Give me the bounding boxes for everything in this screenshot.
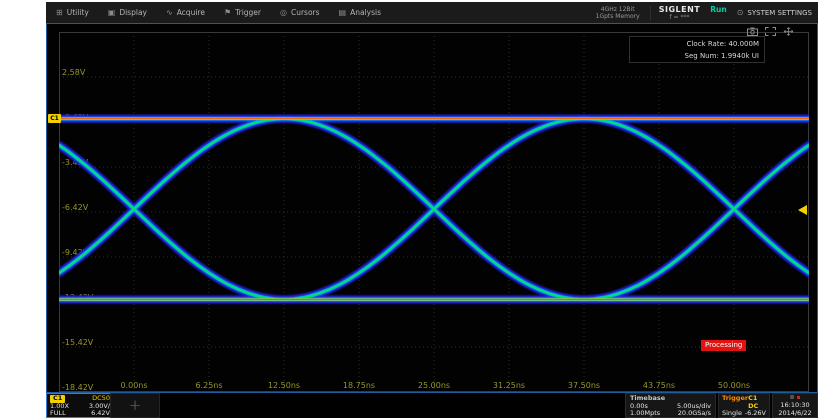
device-info-line1: 4GHz 12Bit (596, 6, 640, 13)
x-axis-label: 18.75ns (343, 381, 375, 390)
fullscreen-icon[interactable] (765, 27, 776, 36)
y-axis-label: 2.58V (62, 68, 86, 77)
analysis-menu-icon: ▤ (339, 8, 347, 17)
crosshair-icon: + (111, 394, 159, 417)
trigger-frequency-readout: f = *** (659, 14, 701, 21)
menu-item-acquire[interactable]: ∿ Acquire (166, 8, 205, 17)
trigger-box[interactable]: Trigger C1 DC Single -6.26V Edge Rising (718, 393, 770, 418)
menu-item-label: Analysis (350, 8, 381, 17)
brand-logo: SIGLENT (659, 5, 701, 14)
menu-item-label: Acquire (177, 8, 205, 17)
trigger-slope: Rising (746, 418, 766, 419)
oscilloscope-ui: ⊞ Utility ▣Display ∿ Acquire ⚑ Trigger ◎ Cursors… (46, 2, 818, 418)
brand-block: SIGLENT f = *** (651, 5, 709, 21)
menu-item-trigger[interactable]: ⚑ Trigger (224, 8, 261, 17)
x-axis-label: 37.50ns (568, 381, 600, 390)
x-axis-label: 43.75ns (643, 381, 675, 390)
channel1-box[interactable]: C1 DC50 1.00X 3.00V/ FULL 6.42V (46, 393, 114, 418)
clock-date: 2014/6/22 (773, 409, 817, 417)
menu-item-display[interactable]: ▣Display (108, 8, 147, 17)
eye-diagram-plot: 2.58V-0.42V-3.42V-6.42V-9.42V-12.42V-15.… (59, 32, 809, 392)
menu-item-label: Cursors (291, 8, 320, 17)
x-axis-label: 6.25ns (195, 381, 222, 390)
trigger-type: Edge (722, 418, 738, 419)
usb-icon: ▪ (796, 394, 800, 401)
x-axis-label: 12.50ns (268, 381, 300, 390)
menu-item-label: Trigger (235, 8, 261, 17)
x-axis-label: 31.25ns (493, 381, 525, 390)
utility-menu-icon: ⊞ (56, 8, 63, 17)
trigger-title: Trigger (722, 395, 748, 410)
timebase-sample-rate: 20.0GSa/s (678, 410, 711, 418)
timebase-box[interactable]: Timebase 0.00s 5.00us/div 1.00Mpts 20.0G… (625, 393, 716, 418)
display-toolbar (747, 27, 794, 36)
screenshot-camera-icon[interactable] (747, 27, 758, 36)
clock-rate-readout: Clock Rate: 40.000M (630, 38, 759, 50)
topbar-right: 4GHz 12Bit 1Gpts Memory SIGLENT f = *** … (596, 2, 818, 23)
clock-time: 16:10:30 (773, 401, 817, 409)
y-axis-label: -6.42V (62, 203, 89, 212)
eye-info-box: Clock Rate: 40.000M Seg Num: 1.9940k UI (629, 36, 765, 63)
x-axis-label: 25.00ns (418, 381, 450, 390)
waveform-display: 2.58V-0.42V-3.42V-6.42V-9.42V-12.42V-15.… (46, 23, 818, 393)
menu-bar: ⊞ Utility ▣Display ∿ Acquire ⚑ Trigger ◎ Cursors… (46, 8, 381, 17)
acquisition-status[interactable]: Run (708, 5, 736, 20)
cursors-menu-icon: ◎ (280, 8, 287, 17)
trigger-level-marker[interactable] (798, 205, 807, 215)
channel1-offset: 6.42V (91, 410, 110, 418)
trigger-menu-icon: ⚑ (224, 8, 231, 17)
x-axis-label: 0.00ns (120, 381, 147, 390)
system-settings-label: SYSTEM SETTINGS (747, 9, 812, 17)
menu-item-cursors[interactable]: ◎ Cursors (280, 8, 320, 17)
x-axis-label: 50.00ns (718, 381, 750, 390)
segment-count-readout: Seg Num: 1.9940k UI (630, 50, 759, 62)
menu-item-utility[interactable]: ⊞ Utility (56, 8, 89, 17)
pan-icon[interactable] (783, 27, 794, 36)
acquire-menu-icon: ∿ (166, 8, 173, 17)
menu-item-label: Utility (67, 8, 89, 17)
system-settings-button[interactable]: ⊙ SYSTEM SETTINGS (737, 8, 818, 17)
channel1-bandwidth: FULL (50, 410, 66, 418)
status-bar: C1 DC50 1.00X 3.00V/ FULL 6.42V + Timeba… (46, 393, 818, 418)
device-info: 4GHz 12Bit 1Gpts Memory (596, 6, 651, 20)
y-axis-label: -15.42V (62, 338, 94, 347)
display-menu-icon: ▣ (108, 8, 116, 17)
menu-item-analysis[interactable]: ▤Analysis (339, 8, 381, 17)
processing-badge: Processing (701, 340, 746, 351)
settings-icon: ⊙ (737, 8, 744, 17)
status-icons: ≣ ▪ (773, 394, 817, 401)
datetime-box: ≣ ▪ 16:10:30 2014/6/22 (772, 393, 818, 418)
menu-item-label: Display (119, 8, 147, 17)
lan-icon: ≣ (789, 394, 794, 401)
device-info-line2: 1Gpts Memory (596, 13, 640, 20)
add-channel-box[interactable]: + (110, 393, 160, 418)
trigger-source: C1 DC (748, 395, 766, 410)
timebase-points: 1.00Mpts (630, 410, 660, 418)
top-menu-bar: ⊞ Utility ▣Display ∿ Acquire ⚑ Trigger ◎ Cursors… (46, 2, 818, 23)
channel1-offset-marker[interactable]: C1 (48, 114, 61, 123)
y-axis-label: -18.42V (62, 383, 94, 392)
